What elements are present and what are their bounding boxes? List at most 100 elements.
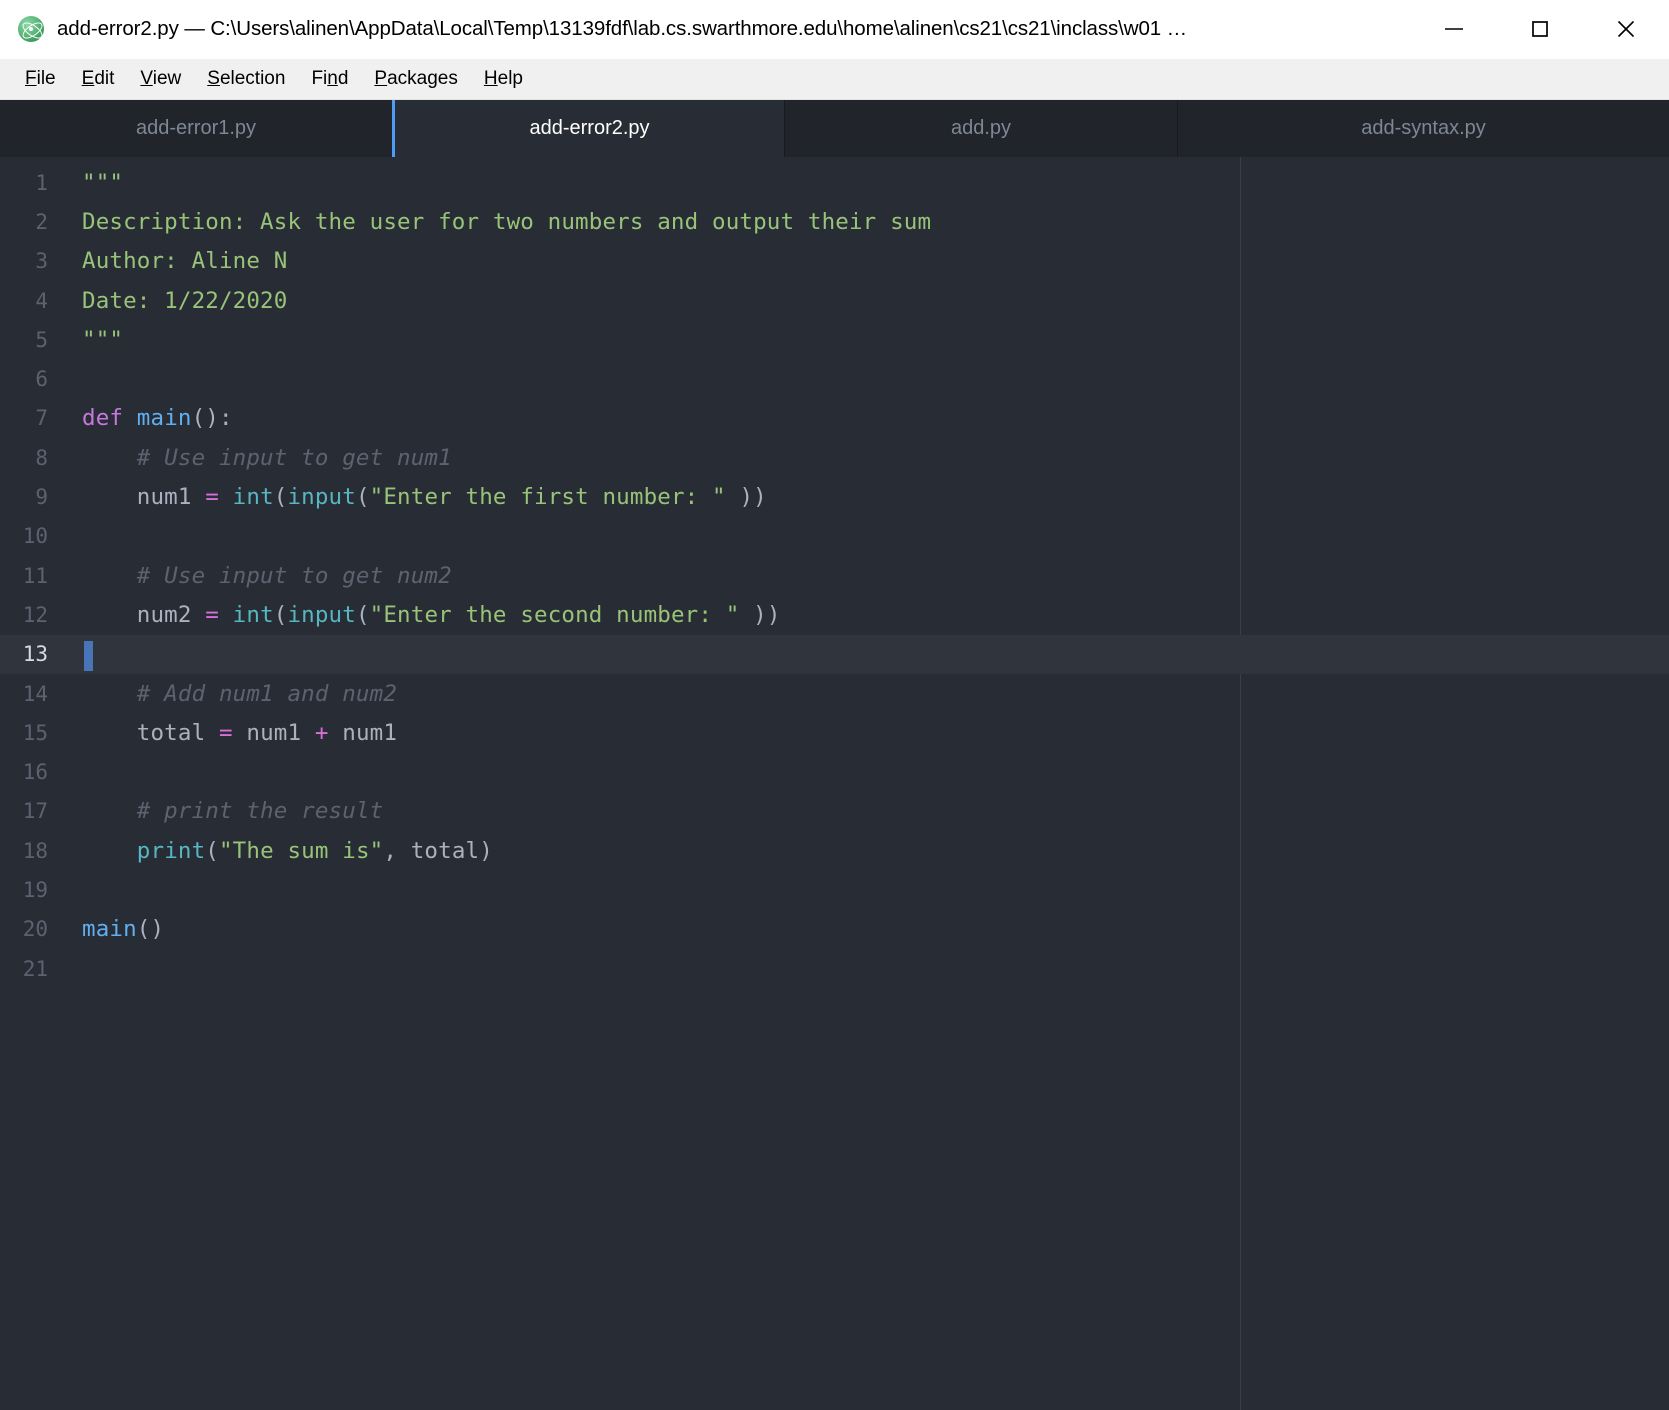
code-text: Description: Ask the user for two number… xyxy=(62,209,1669,235)
code-text: main() xyxy=(62,916,1669,942)
atom-icon-core xyxy=(29,27,33,31)
code-line[interactable]: 4Date: 1/22/2020 xyxy=(0,281,1669,320)
line-number: 2 xyxy=(0,210,62,234)
code-line[interactable]: 18 print("The sum is", total) xyxy=(0,831,1669,870)
code-text xyxy=(62,641,1669,667)
line-number: 13 xyxy=(0,642,62,666)
code-text: num2 = int(input("Enter the second numbe… xyxy=(62,602,1669,628)
menu-mnemonic: E xyxy=(82,68,95,89)
code-text: """ xyxy=(62,327,1669,353)
menu-mnemonic: S xyxy=(207,68,220,89)
tab-bar: add-error1.py add-error2.py add.py add-s… xyxy=(0,100,1669,157)
code-text: # Use input to get num2 xyxy=(62,563,1669,589)
code-token: "Enter the second number: " xyxy=(370,602,740,628)
code-text: # Add num1 and num2 xyxy=(62,681,1669,707)
code-line[interactable]: 12 num2 = int(input("Enter the second nu… xyxy=(0,595,1669,634)
code-token: num1 xyxy=(329,720,397,746)
code-line[interactable]: 19 xyxy=(0,870,1669,909)
code-line[interactable]: 8 # Use input to get num1 xyxy=(0,438,1669,477)
menu-item-packages[interactable]: Packages xyxy=(361,66,470,92)
code-token: def xyxy=(82,405,123,431)
code-text xyxy=(62,366,1669,392)
code-line[interactable]: 11 # Use input to get num2 xyxy=(0,556,1669,595)
menu-label-rest: ackages xyxy=(387,68,458,89)
maximize-icon[interactable] xyxy=(1497,0,1583,58)
code-line[interactable]: 1 """ xyxy=(0,163,1669,202)
code-line[interactable]: 2Description: Ask the user for two numbe… xyxy=(0,202,1669,241)
code-token: () xyxy=(137,916,164,942)
line-number: 10 xyxy=(0,524,62,548)
title-bar: add-error2.py — C:\Users\alinen\AppData\… xyxy=(0,0,1669,59)
tab-add-error1-py[interactable]: add-error1.py xyxy=(0,100,393,157)
code-line[interactable]: 13 xyxy=(0,635,1669,674)
code-line[interactable]: 17 # print the result xyxy=(0,792,1669,831)
code-token: )) xyxy=(739,602,780,628)
menu-item-view[interactable]: View xyxy=(127,66,194,92)
code-text xyxy=(62,759,1669,785)
code-token: num1 xyxy=(233,720,315,746)
menu-item-edit[interactable]: Edit xyxy=(69,66,128,92)
code-token: Author: Aline N xyxy=(82,248,287,274)
window-title: add-error2.py — C:\Users\alinen\AppData\… xyxy=(57,17,1187,41)
code-token: num2 xyxy=(82,602,205,628)
code-token: = xyxy=(205,484,219,510)
tab-label: add.py xyxy=(951,117,1011,140)
code-token: , total) xyxy=(383,838,493,864)
code-token xyxy=(219,602,233,628)
menu-item-help[interactable]: Help xyxy=(471,66,536,92)
code-line[interactable]: 3Author: Aline N xyxy=(0,242,1669,281)
code-token: """ xyxy=(82,170,123,196)
code-line[interactable]: 21 xyxy=(0,949,1669,988)
minimize-icon[interactable] xyxy=(1411,0,1497,58)
menu-mnemonic: F xyxy=(25,68,37,89)
line-number: 16 xyxy=(0,760,62,784)
tab-add-error2-py[interactable]: add-error2.py xyxy=(392,100,785,157)
code-line[interactable]: 15 total = num1 + num1 xyxy=(0,713,1669,752)
code-line[interactable]: 20main() xyxy=(0,910,1669,949)
code-token: int xyxy=(233,602,274,628)
code-line[interactable]: 10 xyxy=(0,517,1669,556)
line-number: 7 xyxy=(0,406,62,430)
code-text: def main(): xyxy=(62,405,1669,431)
code-token: ( xyxy=(274,484,288,510)
code-text: Author: Aline N xyxy=(62,248,1669,274)
menu-mnemonic: V xyxy=(140,68,152,89)
menu-mnemonic: H xyxy=(484,68,498,89)
line-number: 17 xyxy=(0,799,62,823)
code-line[interactable]: 16 xyxy=(0,752,1669,791)
code-token: = xyxy=(205,602,219,628)
code-token: ( xyxy=(205,838,219,864)
code-editor[interactable]: 1 """ 2Description: Ask the user for two n… xyxy=(0,157,1669,1410)
tab-add-syntax-py[interactable]: add-syntax.py xyxy=(1178,100,1669,157)
code-token: print xyxy=(137,838,205,864)
tab-label: add-error2.py xyxy=(529,117,649,140)
tab-label: add-error1.py xyxy=(136,117,256,140)
close-icon[interactable] xyxy=(1583,0,1669,58)
code-text: print("The sum is", total) xyxy=(62,838,1669,864)
tab-add-py[interactable]: add.py xyxy=(785,100,1178,157)
menu-mnemonic: P xyxy=(374,68,387,89)
title-bar-left: add-error2.py — C:\Users\alinen\AppData\… xyxy=(0,16,1411,42)
menu-item-file[interactable]: File xyxy=(12,66,69,92)
code-text: """ xyxy=(62,170,1669,196)
code-text xyxy=(62,523,1669,549)
code-text xyxy=(62,956,1669,982)
code-token: # print the result xyxy=(82,798,383,824)
menu-item-find[interactable]: Find xyxy=(298,66,361,92)
code-token: "Enter the first number: " xyxy=(370,484,726,510)
code-token xyxy=(219,484,233,510)
menu-item-selection[interactable]: Selection xyxy=(194,66,298,92)
code-token xyxy=(82,838,137,864)
code-line[interactable]: 14 # Add num1 and num2 xyxy=(0,674,1669,713)
menu-bar: File Edit View Selection Find Packages H… xyxy=(0,59,1669,100)
text-cursor xyxy=(84,641,93,671)
menu-label-rest: election xyxy=(220,68,286,89)
code-token: total xyxy=(82,720,219,746)
line-number: 1 xyxy=(0,171,62,195)
code-line[interactable]: 9 num1 = int(input("Enter the first numb… xyxy=(0,477,1669,516)
menu-label-rest: elp xyxy=(498,68,523,89)
line-number: 9 xyxy=(0,485,62,509)
code-line[interactable]: 7def main(): xyxy=(0,399,1669,438)
code-line[interactable]: 6 xyxy=(0,359,1669,398)
code-line[interactable]: 5""" xyxy=(0,320,1669,359)
